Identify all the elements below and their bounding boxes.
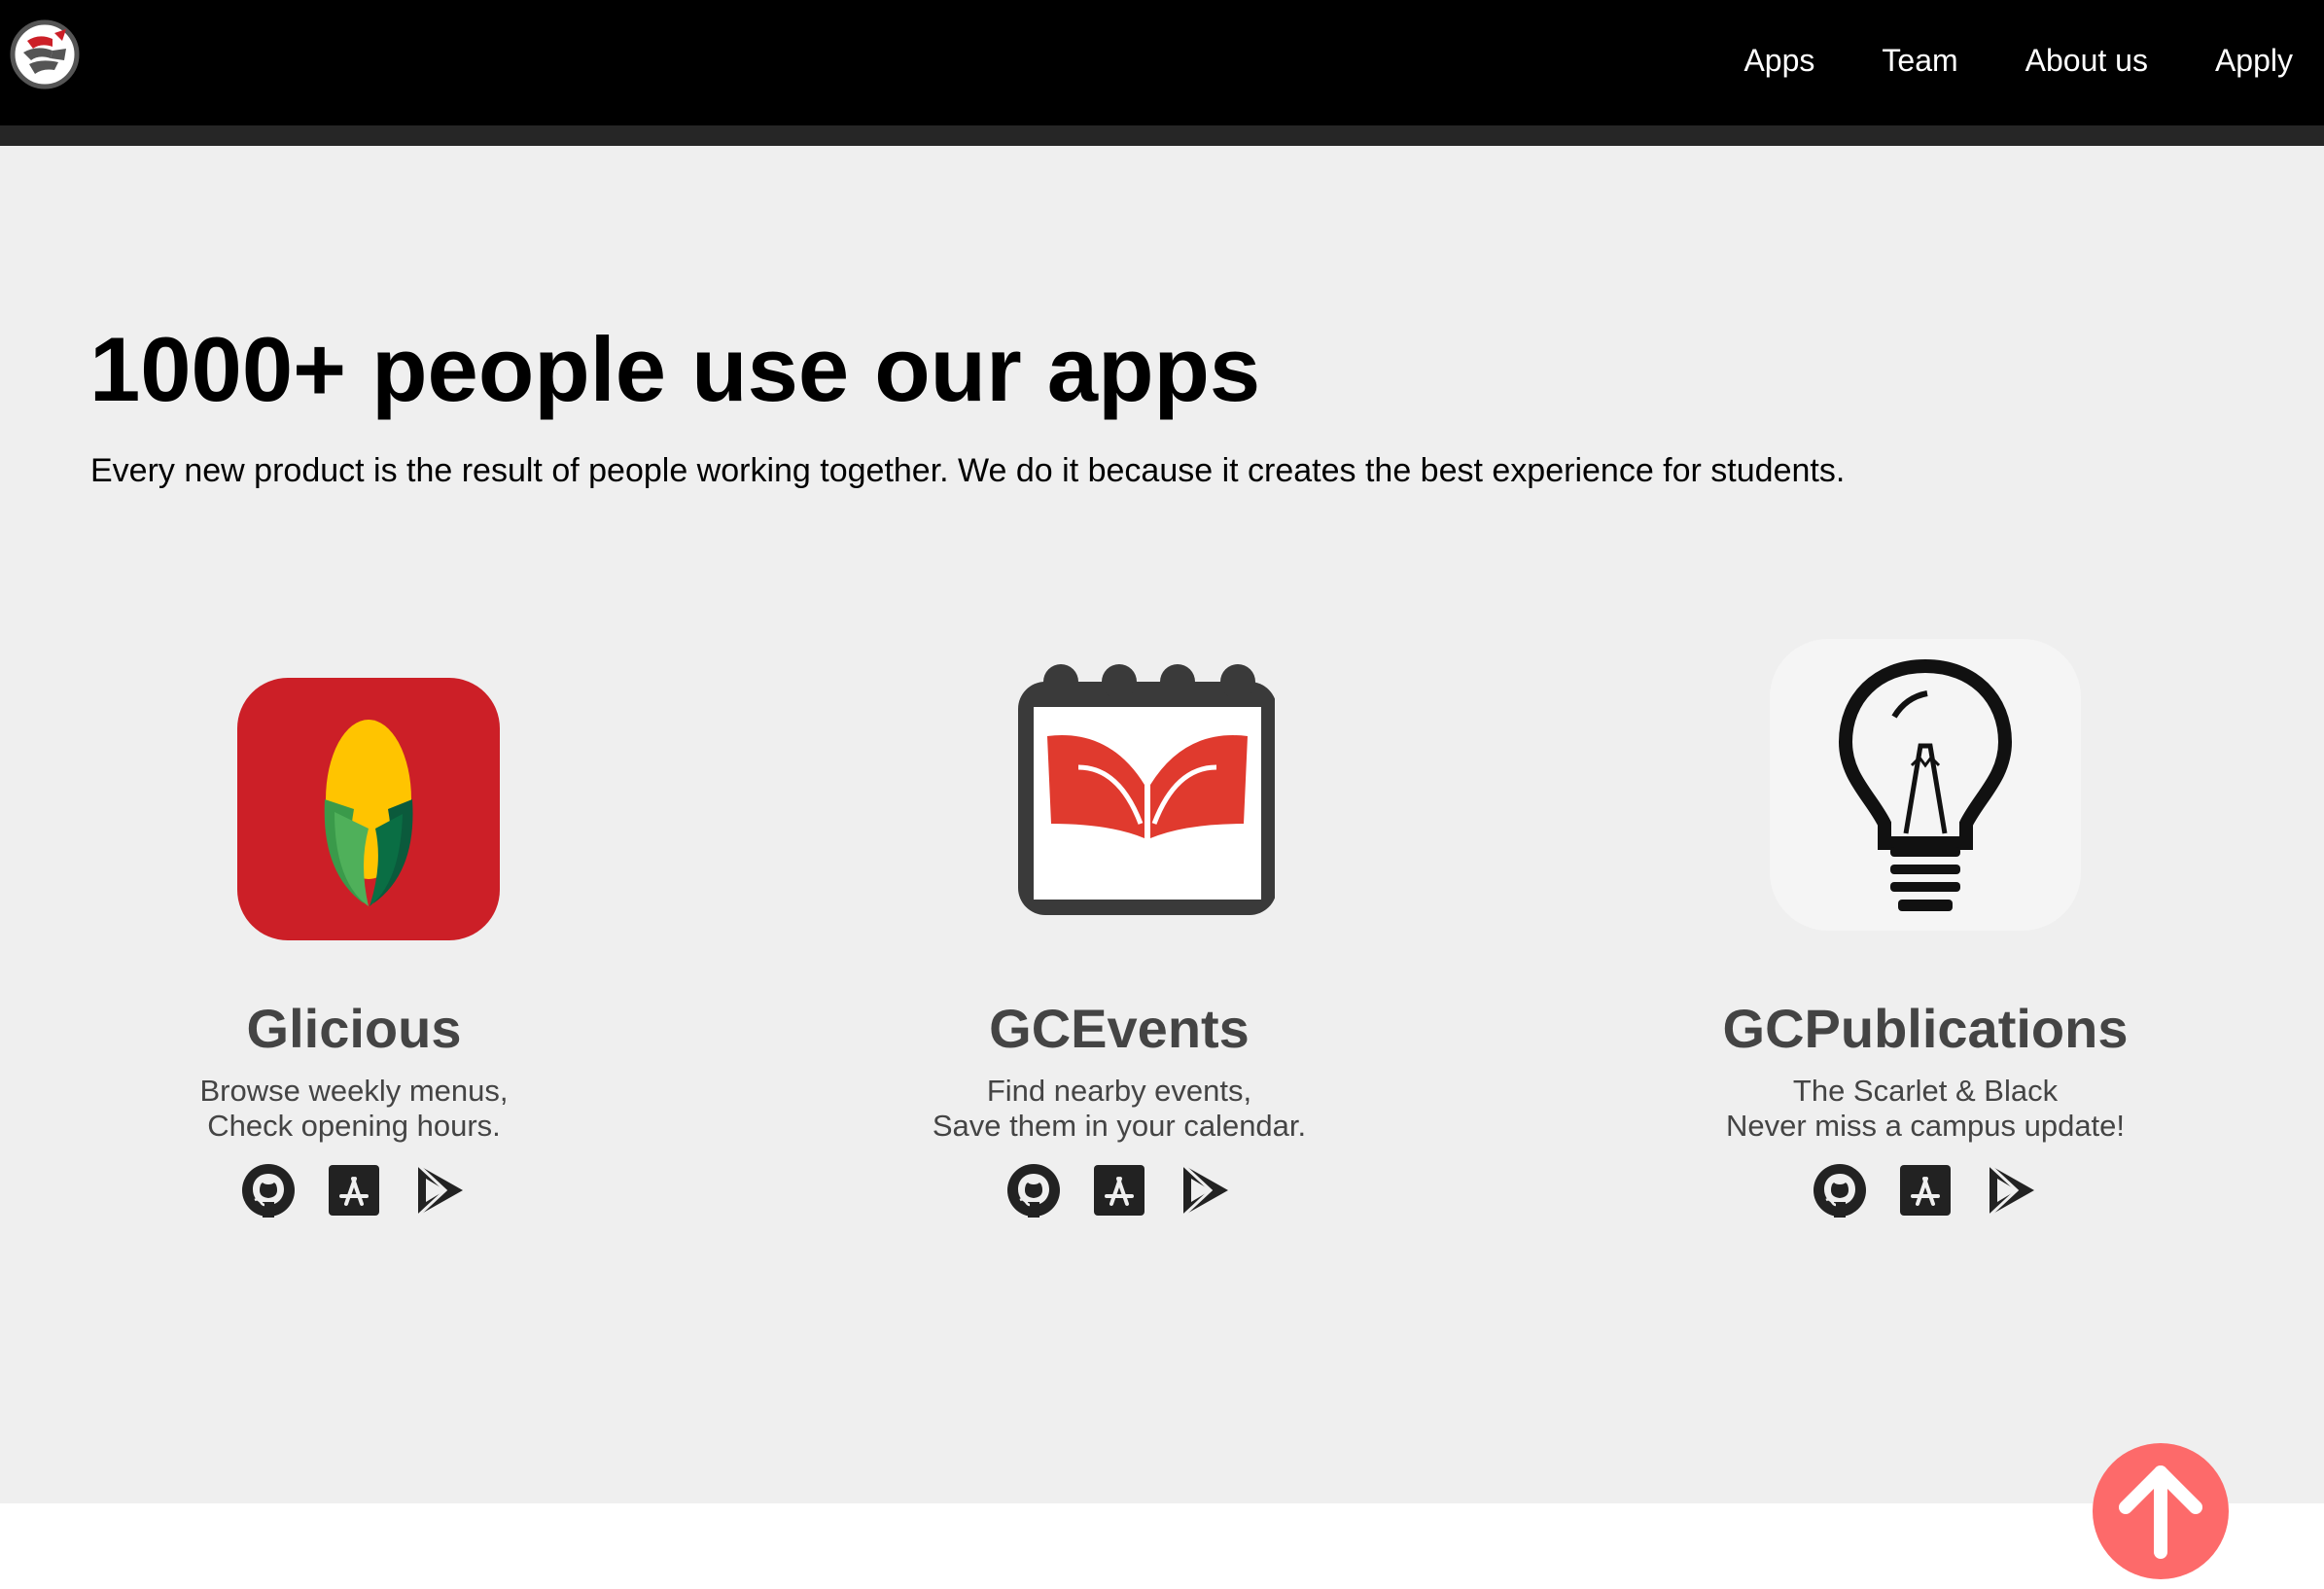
app-store-icon	[1900, 1165, 1951, 1216]
github-icon	[1813, 1164, 1866, 1218]
lightbulb-icon	[1770, 639, 2081, 931]
app-description-line: Browse weekly menus,	[199, 1074, 509, 1108]
main-nav: Apps Team About us Apply	[1743, 37, 2293, 84]
page-title: 1000+ people use our apps	[89, 318, 1261, 420]
site-logo[interactable]	[10, 19, 80, 89]
github-link[interactable]	[1006, 1163, 1061, 1218]
app-card-gcpublications: GCPublications The Scarlet & Black Never…	[1653, 639, 2198, 1378]
google-play-link[interactable]	[1178, 1163, 1232, 1218]
logo-icon	[10, 19, 80, 89]
github-link[interactable]	[241, 1163, 296, 1218]
calendar-icon	[1018, 664, 1275, 915]
app-description-line: Never miss a campus update!	[1725, 1109, 2126, 1143]
app-store-link[interactable]	[1092, 1163, 1146, 1218]
nav-apply[interactable]: Apply	[2215, 37, 2293, 84]
app-store-icon	[329, 1165, 379, 1216]
app-description-line: Find nearby events,	[986, 1074, 1252, 1108]
app-description-line: Save them in your calendar.	[932, 1109, 1307, 1143]
app-description-line: Check opening hours.	[207, 1109, 501, 1143]
arrow-up-icon	[2119, 1465, 2202, 1559]
store-links	[1653, 1163, 2198, 1218]
google-play-link[interactable]	[412, 1163, 467, 1218]
app-name: GCEvents	[989, 998, 1250, 1059]
scroll-to-top-button[interactable]	[2093, 1443, 2229, 1579]
app-store-link[interactable]	[327, 1163, 381, 1218]
github-icon	[1007, 1164, 1060, 1218]
page-subtitle: Every new product is the result of peopl…	[90, 452, 1846, 489]
github-icon	[242, 1164, 295, 1218]
google-play-icon	[1988, 1163, 2034, 1218]
app-description: Find nearby events, Save them in your ca…	[847, 1074, 1391, 1144]
app-description-line: The Scarlet & Black	[1792, 1074, 2059, 1108]
google-play-icon	[416, 1163, 463, 1218]
github-link[interactable]	[1813, 1163, 1867, 1218]
store-links	[82, 1163, 626, 1218]
google-play-icon	[1181, 1163, 1228, 1218]
nav-apps[interactable]: Apps	[1743, 37, 1814, 84]
corn-icon	[237, 678, 500, 940]
store-links	[847, 1163, 1391, 1218]
apps-section: 1000+ people use our apps Every new prod…	[0, 146, 2324, 1503]
app-store-link[interactable]	[1898, 1163, 1953, 1218]
app-card-glicious: Glicious Browse weekly menus, Check open…	[82, 639, 626, 1378]
nav-about-us[interactable]: About us	[2025, 37, 2148, 84]
nav-team[interactable]: Team	[1882, 37, 1957, 84]
app-card-gcevents: GCEvents Find nearby events, Save them i…	[847, 639, 1391, 1378]
app-store-icon	[1094, 1165, 1144, 1216]
nav-band	[0, 125, 2324, 146]
app-name: Glicious	[246, 998, 462, 1059]
app-description: The Scarlet & Black Never miss a campus …	[1653, 1074, 2198, 1144]
app-name: GCPublications	[1722, 998, 2129, 1059]
navbar: Apps Team About us Apply	[0, 0, 2324, 125]
app-description: Browse weekly menus, Check opening hours…	[82, 1074, 626, 1144]
google-play-link[interactable]	[1984, 1163, 2038, 1218]
